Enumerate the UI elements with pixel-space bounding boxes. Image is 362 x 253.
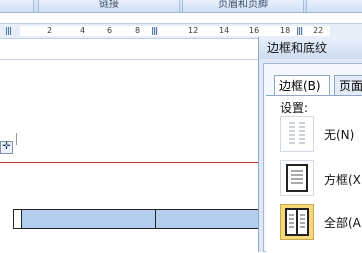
- ruler-tick: 22: [313, 26, 324, 35]
- ribbon-group-links[interactable]: 链接: [38, 0, 180, 12]
- ruler-tick: 18: [280, 26, 291, 35]
- table-cell-divider[interactable]: [155, 210, 156, 228]
- ruler-tick: 6: [107, 26, 113, 35]
- ribbon-group-left: [0, 0, 34, 12]
- ruler-tick: 8: [135, 26, 141, 35]
- table-cell[interactable]: [14, 210, 22, 228]
- preset-none-label[interactable]: 无(N): [324, 126, 354, 143]
- tab-page-border[interactable]: 页面: [334, 75, 362, 95]
- ribbon-strip: 链接 页眉和页脚: [0, 0, 362, 13]
- text-insertion-mark: [16, 133, 17, 145]
- ruler-tick: 16: [249, 26, 260, 35]
- ruler-column-marker[interactable]: [297, 27, 303, 35]
- ribbon-group-header-footer[interactable]: 页眉和页脚: [182, 0, 304, 12]
- table-row[interactable]: [13, 209, 281, 229]
- preset-all-label[interactable]: 全部(A: [324, 214, 361, 231]
- ruler-column-marker[interactable]: [152, 27, 158, 35]
- dialog-title: 边框和底纹: [259, 37, 362, 59]
- ruler-tick: 4: [80, 26, 86, 35]
- ruler-tick: 2: [47, 26, 53, 35]
- ruler-tick: 12: [188, 26, 199, 35]
- none-border-icon[interactable]: [280, 116, 314, 152]
- ribbon-group-right: [306, 0, 362, 12]
- all-border-icon[interactable]: [280, 204, 314, 240]
- settings-label: 设置:: [280, 101, 309, 115]
- tab-borders[interactable]: 边框(B): [274, 75, 330, 95]
- ruler-left-margin-marker[interactable]: [6, 27, 12, 35]
- preset-box-label[interactable]: 方框(X: [324, 171, 361, 188]
- box-border-icon[interactable]: [280, 160, 314, 196]
- table-move-handle-icon[interactable]: ✛: [0, 141, 13, 154]
- ruler-tick: 14: [219, 26, 230, 35]
